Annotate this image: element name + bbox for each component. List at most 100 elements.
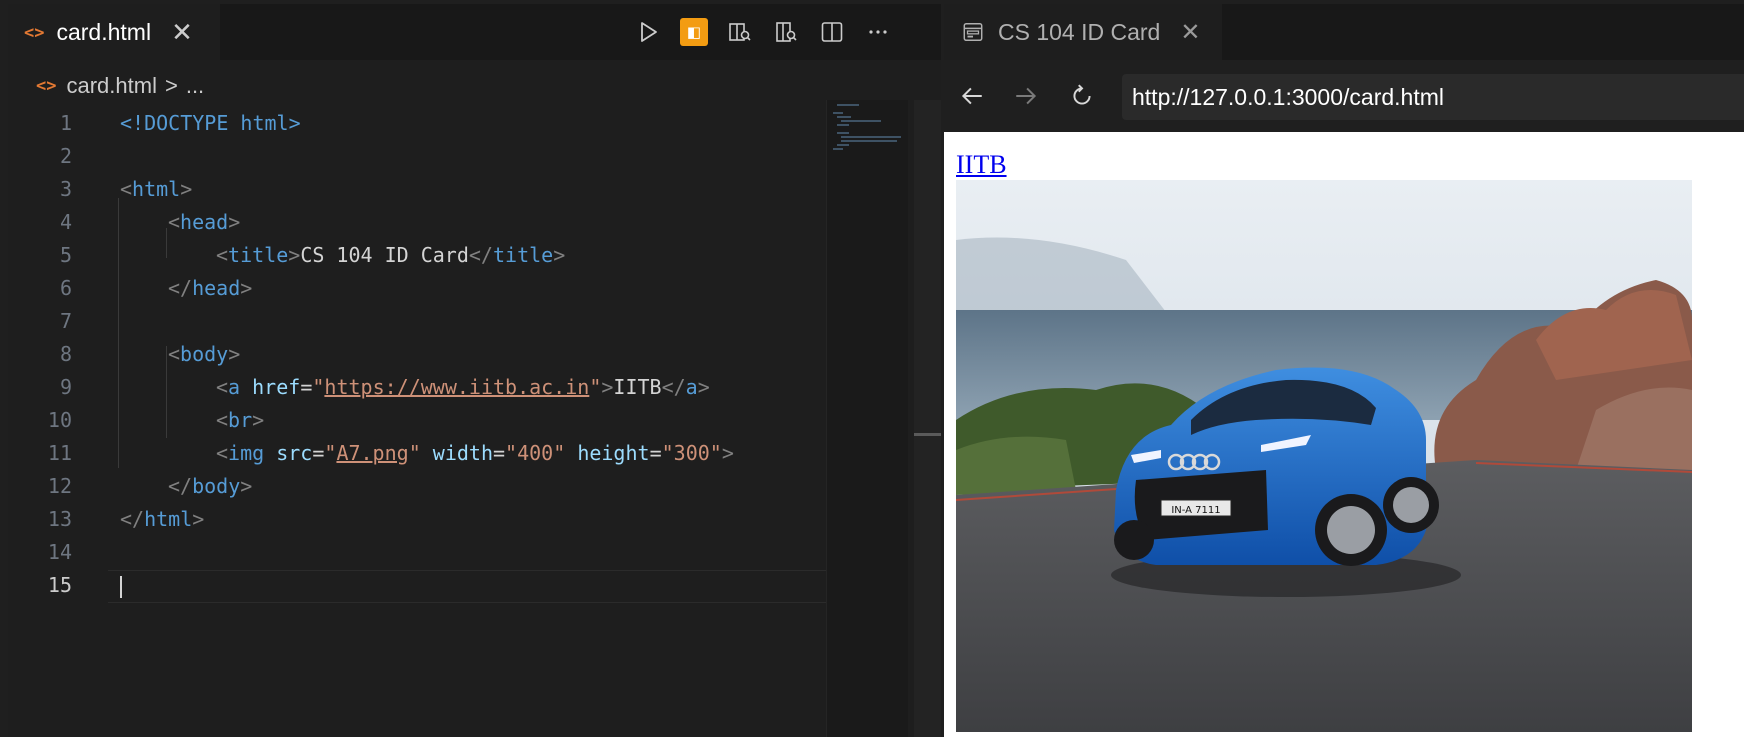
split-editor-button[interactable] [814,16,850,48]
arrow-left-icon [961,87,982,105]
split-preview-button[interactable] [768,16,804,48]
breadcrumb: <> card.html > ... [36,68,204,104]
app-window: <> card.html ✕ ◧ <> card.html > ... 1 <!… [0,0,1744,737]
line-number: 6 [59,275,72,300]
breadcrumb-more[interactable]: ... [186,73,204,99]
tag-token: a [228,374,241,399]
breadcrumb-file[interactable]: card.html [66,73,156,99]
tag-token: img [228,440,265,465]
car-image: IN-A 7111 [956,180,1692,732]
code-line: 4 <head> [8,205,818,238]
code-area[interactable]: 1 <!DOCTYPE html> 2 3 <html> 4 <head> 5 … [8,106,826,706]
split-preview-icon [776,22,797,42]
code-line: 8 <body> [8,337,818,370]
tag-token: br [228,407,253,432]
code-line: 1 <!DOCTYPE html> [8,106,818,139]
reload-icon [1073,84,1091,105]
attr-token: href [252,374,301,399]
editor-toolbar: ◧ [620,16,896,48]
preview-viewport: IITB IN-A 7111 [944,132,1744,737]
code-line: 7 [8,304,818,337]
line-number: 10 [47,407,72,432]
code-line: 10 <br> [8,403,818,436]
live-preview-panel: CS 104 ID Card ✕ http://127.0.0.1:3000/c… [944,4,1744,737]
split-editor-icon [821,22,843,42]
code-line: 12 </body> [8,469,818,502]
line-number: 11 [47,440,72,465]
tag-token: a [685,374,698,399]
line-number: 4 [59,209,72,234]
attr-token: height [577,440,650,465]
string-token: 300 [673,440,710,465]
open-preview-icon [729,23,751,41]
run-button[interactable] [630,16,666,48]
html-file-icon: <> [36,76,57,96]
scrollbar-thumb[interactable] [914,433,941,436]
address-bar[interactable]: http://127.0.0.1:3000/card.html [1122,74,1744,120]
title-text-token: CS 104 ID Card [300,242,469,267]
line-number: 14 [47,539,72,564]
line-number: 7 [59,308,72,333]
tag-token: head [192,275,241,300]
code-line: 3 <html> [8,172,818,205]
car-photo-illustration: IN-A 7111 [956,180,1692,732]
preview-tab-bar: CS 104 ID Card ✕ [944,4,1744,60]
editor-tab-label: card.html [56,19,152,45]
browser-preview-icon [963,23,983,41]
line-number: 2 [59,143,72,168]
tag-token: title [228,242,289,267]
line-number: 5 [59,242,72,267]
line-number: 13 [47,506,72,531]
line-number: 8 [59,341,72,366]
code-line: 9 <a href="https://www.iitb.ac.in">IITB<… [8,370,818,403]
preview-extension-button[interactable]: ◧ [676,16,712,48]
close-icon[interactable]: ✕ [1180,18,1200,47]
more-actions-icon [869,30,887,34]
preview-tab[interactable]: CS 104 ID Card ✕ [944,4,1222,60]
run-icon [641,22,657,42]
editor-tab-card-html[interactable]: <> card.html ✕ [8,4,220,60]
iitb-link[interactable]: IITB [956,150,1007,180]
code-line: 2 [8,139,818,172]
more-actions-button[interactable] [860,16,896,48]
tag-token: html [144,506,193,531]
reload-button[interactable] [1064,78,1100,114]
tag-token: head [180,209,229,234]
minimap[interactable] [826,100,908,737]
preview-extension-icon: ◧ [680,18,708,46]
string-token: 400 [517,440,554,465]
html-file-icon: <> [24,22,45,43]
close-icon[interactable]: ✕ [171,17,193,48]
back-button[interactable] [954,78,990,114]
line-number: 9 [59,374,72,399]
preview-tab-label: CS 104 ID Card [998,18,1161,45]
tag-token: body [192,473,241,498]
code-line: 11 <img src="A7.png" width="400" height=… [8,436,818,469]
editor-tab-bar: <> card.html ✕ ◧ [8,4,941,60]
address-bar-url: http://127.0.0.1:3000/card.html [1132,83,1444,110]
tag-token: html [132,176,181,201]
src-link[interactable]: A7.png [336,441,408,465]
license-plate: IN-A 7111 [1171,505,1220,516]
attr-token: width [432,440,493,465]
code-line-current: 15 [8,568,818,601]
preview-navbar: http://127.0.0.1:3000/card.html [944,60,1744,132]
arrow-right-icon [1016,87,1037,105]
tag-token: body [180,341,229,366]
line-number: 15 [47,572,72,597]
line-number: 12 [47,473,72,498]
editor-scrollbar[interactable] [914,100,941,737]
open-preview-button[interactable] [722,16,758,48]
link-text-token: IITB [613,374,662,399]
tag-token: title [492,242,554,267]
breadcrumb-separator-icon: > [164,73,178,98]
line-number: 3 [59,176,72,201]
code-line: 5 <title>CS 104 ID Card</title> [8,238,818,271]
forward-button[interactable] [1008,78,1044,114]
doctype-token: <!DOCTYPE html> [120,110,301,135]
code-line: 6 </head> [8,271,818,304]
line-number: 1 [59,110,72,135]
href-link[interactable]: https://www.iitb.ac.in [324,375,589,399]
code-line: 14 [8,535,818,568]
code-line: 13 </html> [8,502,818,535]
